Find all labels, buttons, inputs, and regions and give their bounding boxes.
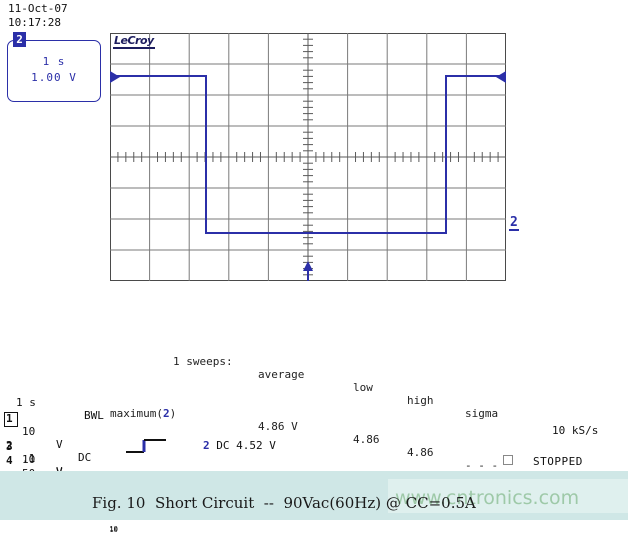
acquisition-status-text: STOPPED (533, 455, 583, 468)
rising-edge-trigger-icon[interactable] (126, 437, 186, 455)
graticule-grid (110, 33, 506, 281)
channel-info-volts-per-div: 1.00 V (31, 71, 77, 84)
trigger-readout[interactable]: 2 DC 4.52 V (203, 439, 276, 452)
acquisition-status-checkbox[interactable] (503, 455, 513, 465)
scope-timestamp: 10:17:28 (8, 16, 61, 29)
channel-info-timebase: 1 s (42, 55, 66, 68)
channel-row-2[interactable]: 2 .1 V DC x 10 (4, 412, 336, 533)
measurement-sweeps-header: 1 sweeps: (173, 355, 233, 368)
measurement-high-value: 4.86 (407, 446, 434, 459)
measurement-low-value: 4.86 (353, 433, 380, 446)
lecroy-brand-logo: LeCroy (113, 34, 155, 49)
channel-info-badge: 2 (13, 32, 26, 47)
timebase-row: 1 s BWL (6, 383, 336, 422)
channel-row-1[interactable]: 1 10 V DC (6, 399, 336, 464)
measurement-average-header: average (258, 368, 305, 381)
figure-caption: Fig. 10 Short Circuit -- 90Vac(60Hz) @ C… (92, 494, 476, 512)
measurement-low-header: low (353, 381, 373, 394)
sample-rate-readout: 10 kS/s (552, 424, 599, 437)
measurement-sigma-header: sigma (465, 407, 499, 420)
channel-2-selected-indicator (4, 412, 18, 427)
trigger-level: 4.52 V (236, 439, 276, 452)
waveform-display[interactable]: LeCroy 2 (110, 33, 519, 281)
channel-4-index: 4 (6, 454, 13, 467)
channel-3-attenuation-den: 10 (109, 526, 118, 534)
scope-datestamp: 11-Oct-07 (8, 2, 68, 15)
trigger-coupling: DC (216, 439, 230, 452)
ch2-ground-level-marker: 2 (509, 215, 519, 231)
trigger-source: 2 (203, 439, 210, 452)
measurement-header-row: 1 sweeps: average low high sigma (110, 342, 510, 420)
channel-info-box[interactable]: 2 1 s 1.00 V (7, 32, 101, 102)
